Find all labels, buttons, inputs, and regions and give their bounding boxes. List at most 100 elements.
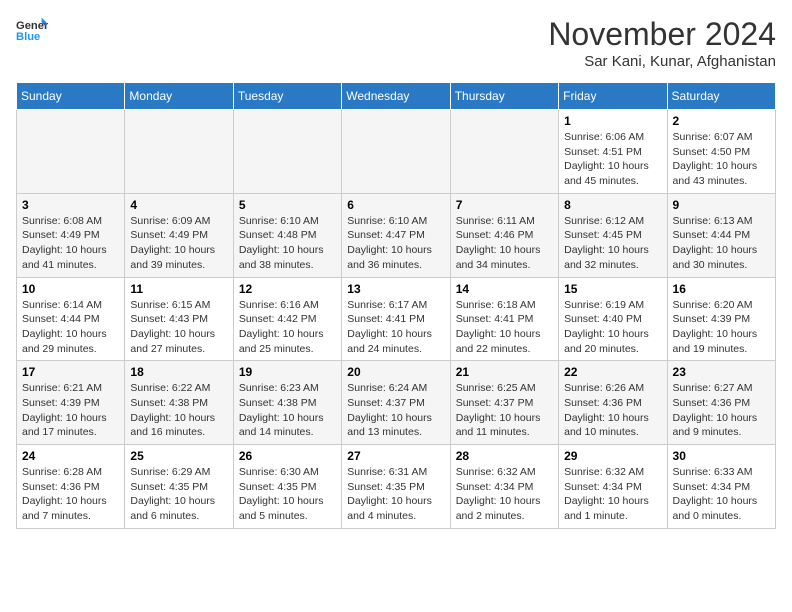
day-info: Sunrise: 6:31 AM Sunset: 4:35 PM Dayligh… — [347, 465, 444, 524]
logo-icon: General Blue — [16, 16, 48, 44]
calendar-cell: 5 Sunrise: 6:10 AM Sunset: 4:48 PM Daylig… — [233, 193, 341, 277]
day-number: 23 — [673, 365, 770, 379]
calendar-cell: 20 Sunrise: 6:24 AM Sunset: 4:37 PM Dayli… — [342, 361, 450, 445]
day-info: Sunrise: 6:19 AM Sunset: 4:40 PM Dayligh… — [564, 298, 661, 357]
day-info: Sunrise: 6:16 AM Sunset: 4:42 PM Dayligh… — [239, 298, 336, 357]
calendar-cell: 3Sunrise: 6:08 AM Sunset: 4:49 PM Daylig… — [17, 193, 125, 277]
day-info: Sunrise: 6:21 AM Sunset: 4:39 PM Dayligh… — [22, 381, 119, 440]
day-info: Sunrise: 6:14 AM Sunset: 4:44 PM Dayligh… — [22, 298, 119, 357]
calendar-cell — [233, 110, 341, 194]
day-info: Sunrise: 6:07 AM Sunset: 4:50 PM Dayligh… — [673, 130, 770, 189]
calendar-cell: 27 Sunrise: 6:31 AM Sunset: 4:35 PM Dayli… — [342, 445, 450, 529]
day-number: 9 — [673, 198, 770, 212]
day-number: 17 — [22, 365, 119, 379]
calendar-cell: 2 Sunrise: 6:07 AM Sunset: 4:50 PM Daylig… — [667, 110, 775, 194]
calendar-cell: 8Sunrise: 6:12 AM Sunset: 4:45 PM Daylig… — [559, 193, 667, 277]
calendar-cell: 7 Sunrise: 6:11 AM Sunset: 4:46 PM Daylig… — [450, 193, 558, 277]
day-number: 13 — [347, 282, 444, 296]
header: General Blue November 2024 Sar Kani, Kun… — [16, 16, 776, 70]
day-info: Sunrise: 6:11 AM Sunset: 4:46 PM Dayligh… — [456, 214, 553, 273]
svg-text:Blue: Blue — [16, 31, 40, 43]
day-number: 7 — [456, 198, 553, 212]
calendar-cell: 19 Sunrise: 6:23 AM Sunset: 4:38 PM Dayli… — [233, 361, 341, 445]
day-info: Sunrise: 6:13 AM Sunset: 4:44 PM Dayligh… — [673, 214, 770, 273]
day-number: 24 — [22, 449, 119, 463]
column-header-tuesday: Tuesday — [233, 83, 341, 110]
day-number: 8 — [564, 198, 661, 212]
day-number: 4 — [130, 198, 227, 212]
day-info: Sunrise: 6:10 AM Sunset: 4:48 PM Dayligh… — [239, 214, 336, 273]
day-info: Sunrise: 6:24 AM Sunset: 4:37 PM Dayligh… — [347, 381, 444, 440]
day-info: Sunrise: 6:09 AM Sunset: 4:49 PM Dayligh… — [130, 214, 227, 273]
calendar-cell — [17, 110, 125, 194]
week-row-1: 1 Sunrise: 6:06 AM Sunset: 4:51 PM Daylig… — [17, 110, 776, 194]
day-number: 29 — [564, 449, 661, 463]
column-header-friday: Friday — [559, 83, 667, 110]
day-number: 10 — [22, 282, 119, 296]
day-number: 20 — [347, 365, 444, 379]
day-info: Sunrise: 6:26 AM Sunset: 4:36 PM Dayligh… — [564, 381, 661, 440]
calendar-cell: 23 Sunrise: 6:27 AM Sunset: 4:36 PM Dayli… — [667, 361, 775, 445]
day-number: 19 — [239, 365, 336, 379]
week-row-4: 17 Sunrise: 6:21 AM Sunset: 4:39 PM Dayli… — [17, 361, 776, 445]
calendar-cell: 21 Sunrise: 6:25 AM Sunset: 4:37 PM Dayli… — [450, 361, 558, 445]
column-header-saturday: Saturday — [667, 83, 775, 110]
day-info: Sunrise: 6:20 AM Sunset: 4:39 PM Dayligh… — [673, 298, 770, 357]
day-number: 26 — [239, 449, 336, 463]
day-info: Sunrise: 6:28 AM Sunset: 4:36 PM Dayligh… — [22, 465, 119, 524]
week-row-2: 3Sunrise: 6:08 AM Sunset: 4:49 PM Daylig… — [17, 193, 776, 277]
day-info: Sunrise: 6:10 AM Sunset: 4:47 PM Dayligh… — [347, 214, 444, 273]
calendar-cell: 18Sunrise: 6:22 AM Sunset: 4:38 PM Dayli… — [125, 361, 233, 445]
day-info: Sunrise: 6:15 AM Sunset: 4:43 PM Dayligh… — [130, 298, 227, 357]
day-info: Sunrise: 6:32 AM Sunset: 4:34 PM Dayligh… — [564, 465, 661, 524]
day-info: Sunrise: 6:25 AM Sunset: 4:37 PM Dayligh… — [456, 381, 553, 440]
calendar-cell: 17 Sunrise: 6:21 AM Sunset: 4:39 PM Dayli… — [17, 361, 125, 445]
day-info: Sunrise: 6:27 AM Sunset: 4:36 PM Dayligh… — [673, 381, 770, 440]
day-number: 18 — [130, 365, 227, 379]
column-header-monday: Monday — [125, 83, 233, 110]
week-row-5: 24 Sunrise: 6:28 AM Sunset: 4:36 PM Dayli… — [17, 445, 776, 529]
calendar-cell — [342, 110, 450, 194]
day-number: 14 — [456, 282, 553, 296]
day-number: 27 — [347, 449, 444, 463]
day-number: 16 — [673, 282, 770, 296]
calendar-cell: 22 Sunrise: 6:26 AM Sunset: 4:36 PM Dayli… — [559, 361, 667, 445]
column-header-thursday: Thursday — [450, 83, 558, 110]
day-info: Sunrise: 6:30 AM Sunset: 4:35 PM Dayligh… — [239, 465, 336, 524]
day-info: Sunrise: 6:06 AM Sunset: 4:51 PM Dayligh… — [564, 130, 661, 189]
title-area: November 2024 Sar Kani, Kunar, Afghanist… — [548, 16, 776, 70]
day-number: 30 — [673, 449, 770, 463]
calendar-cell: 28Sunrise: 6:32 AM Sunset: 4:34 PM Dayli… — [450, 445, 558, 529]
week-row-3: 10 Sunrise: 6:14 AM Sunset: 4:44 PM Dayli… — [17, 277, 776, 361]
day-number: 21 — [456, 365, 553, 379]
day-number: 11 — [130, 282, 227, 296]
day-number: 6 — [347, 198, 444, 212]
day-info: Sunrise: 6:29 AM Sunset: 4:35 PM Dayligh… — [130, 465, 227, 524]
column-header-wednesday: Wednesday — [342, 83, 450, 110]
calendar-cell: 15 Sunrise: 6:19 AM Sunset: 4:40 PM Dayli… — [559, 277, 667, 361]
month-title: November 2024 — [548, 16, 776, 53]
day-info: Sunrise: 6:17 AM Sunset: 4:41 PM Dayligh… — [347, 298, 444, 357]
header-row: SundayMondayTuesdayWednesdayThursdayFrid… — [17, 83, 776, 110]
day-number: 1 — [564, 114, 661, 128]
day-info: Sunrise: 6:23 AM Sunset: 4:38 PM Dayligh… — [239, 381, 336, 440]
logo: General Blue — [16, 16, 48, 44]
day-number: 2 — [673, 114, 770, 128]
day-number: 5 — [239, 198, 336, 212]
day-number: 22 — [564, 365, 661, 379]
calendar-cell: 10 Sunrise: 6:14 AM Sunset: 4:44 PM Dayli… — [17, 277, 125, 361]
calendar-cell: 29 Sunrise: 6:32 AM Sunset: 4:34 PM Dayli… — [559, 445, 667, 529]
day-number: 15 — [564, 282, 661, 296]
day-info: Sunrise: 6:33 AM Sunset: 4:34 PM Dayligh… — [673, 465, 770, 524]
calendar-cell: 25 Sunrise: 6:29 AM Sunset: 4:35 PM Dayli… — [125, 445, 233, 529]
calendar-cell: 11 Sunrise: 6:15 AM Sunset: 4:43 PM Dayli… — [125, 277, 233, 361]
calendar-cell: 13 Sunrise: 6:17 AM Sunset: 4:41 PM Dayli… — [342, 277, 450, 361]
day-number: 25 — [130, 449, 227, 463]
calendar-cell: 12Sunrise: 6:16 AM Sunset: 4:42 PM Dayli… — [233, 277, 341, 361]
location-title: Sar Kani, Kunar, Afghanistan — [548, 53, 776, 70]
day-info: Sunrise: 6:18 AM Sunset: 4:41 PM Dayligh… — [456, 298, 553, 357]
column-header-sunday: Sunday — [17, 83, 125, 110]
calendar-cell: 26 Sunrise: 6:30 AM Sunset: 4:35 PM Dayli… — [233, 445, 341, 529]
calendar-cell: 30 Sunrise: 6:33 AM Sunset: 4:34 PM Dayli… — [667, 445, 775, 529]
calendar-cell: 9 Sunrise: 6:13 AM Sunset: 4:44 PM Daylig… — [667, 193, 775, 277]
